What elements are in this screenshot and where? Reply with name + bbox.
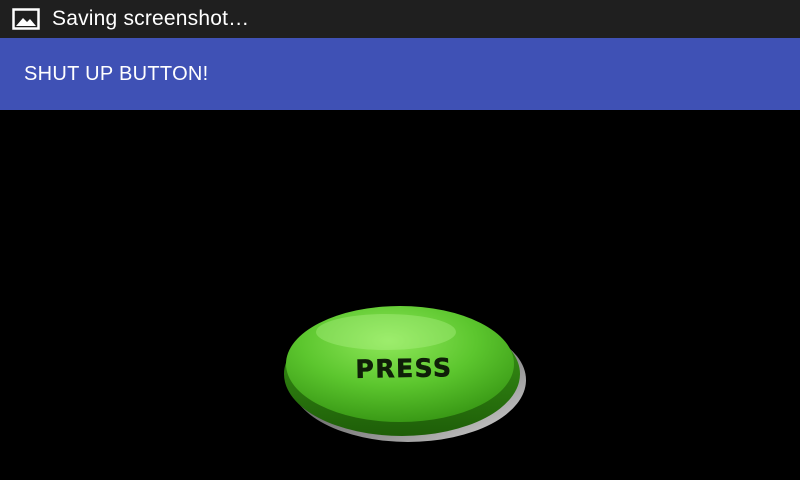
image-icon: [12, 8, 40, 30]
status-bar: Saving screenshot…: [0, 0, 800, 38]
main-content: PRESS: [0, 110, 800, 480]
app-title: SHUT UP BUTTON!: [24, 62, 209, 85]
press-button[interactable]: PRESS: [276, 298, 532, 446]
press-label: PRESS: [355, 353, 453, 384]
app-bar: SHUT UP BUTTON!: [0, 38, 800, 110]
status-notification-text: Saving screenshot…: [52, 7, 250, 30]
